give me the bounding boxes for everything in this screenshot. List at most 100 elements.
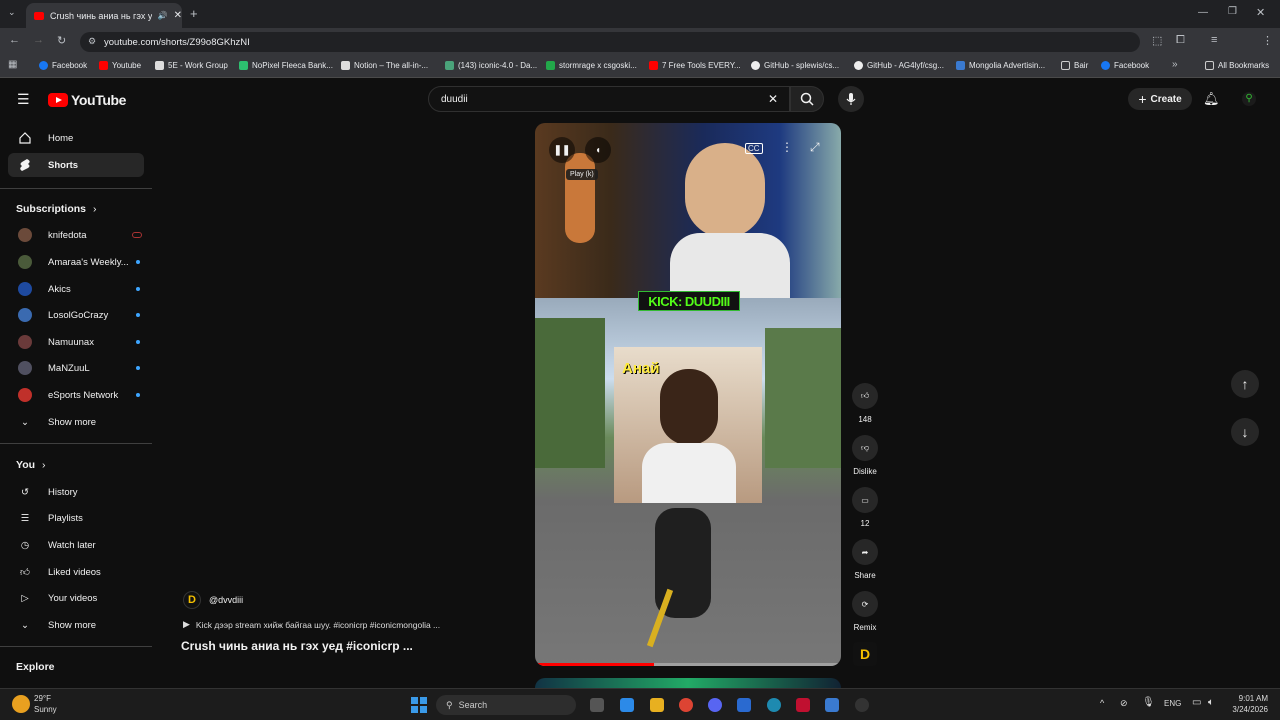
window-close-icon[interactable]: ✕ bbox=[1256, 6, 1265, 19]
dislike-button[interactable]: 👎︎ bbox=[852, 435, 878, 461]
edge-icon[interactable] bbox=[767, 698, 781, 712]
apps-grid-icon[interactable]: ▦ bbox=[8, 59, 17, 70]
sidebar-item-shorts[interactable]: Shorts bbox=[8, 153, 144, 177]
shorts-video-player[interactable]: KICK: DUUDIII Анай ❚❚ ◖ Play (k) CC ⋮ ⤢ bbox=[535, 123, 841, 666]
channel-row[interactable]: D @dvvdiii bbox=[183, 591, 243, 609]
file-explorer-icon[interactable] bbox=[650, 698, 664, 712]
clear-search-icon[interactable]: ✕ bbox=[768, 92, 778, 106]
notifications-bell-icon[interactable]: 🔔︎ bbox=[1203, 91, 1220, 107]
remix-button[interactable]: ⟳ bbox=[852, 591, 878, 617]
channel-avatar[interactable]: D bbox=[183, 591, 201, 609]
all-bookmarks-button[interactable]: All Bookmarks bbox=[1205, 61, 1269, 70]
chrome-menu-icon[interactable]: ⋮ bbox=[1262, 34, 1273, 47]
bookmark-folder[interactable]: Bair bbox=[1061, 61, 1088, 70]
clock-date[interactable]: 3/24/2026 bbox=[1226, 705, 1268, 714]
sidebar-item-liked-videos[interactable]: 👍︎ Liked videos bbox=[8, 560, 144, 584]
bookmark-item[interactable]: Youtube bbox=[99, 61, 141, 70]
create-button[interactable]: + Create bbox=[1128, 88, 1192, 110]
subscriptions-heading[interactable]: Subscriptions › bbox=[16, 203, 96, 215]
search-input[interactable]: duudii ✕ bbox=[428, 86, 790, 112]
tray-chevron-icon[interactable]: ^ bbox=[1100, 698, 1104, 708]
like-button[interactable]: 👍︎ bbox=[852, 383, 878, 409]
chrome-icon[interactable] bbox=[679, 698, 693, 712]
more-bookmarks-icon[interactable]: » bbox=[1172, 59, 1178, 70]
show-more-subscriptions[interactable]: ⌄ Show more bbox=[8, 410, 144, 434]
volume-button[interactable]: ◖ bbox=[585, 137, 611, 163]
dislike-action[interactable]: 👎︎ Dislike bbox=[851, 435, 879, 476]
sidebar-subscription[interactable]: Namuunax bbox=[8, 330, 144, 354]
taskbar-search[interactable]: ⚲ Search bbox=[436, 695, 576, 715]
sidebar-subscription[interactable]: MaNZuuL bbox=[8, 356, 144, 380]
video-description[interactable]: ▶ Kick дээр stream хийж байгаа шуу. #ico… bbox=[183, 619, 440, 630]
extension-icon[interactable]: ⬚ bbox=[1152, 34, 1162, 47]
you-heading[interactable]: You › bbox=[16, 459, 45, 471]
video-progress-bar[interactable] bbox=[535, 663, 841, 666]
video-title[interactable]: Crush чинь аниа нь гэх уед #iconicrp ... bbox=[181, 639, 413, 653]
tab-search-icon[interactable]: ⌄ bbox=[8, 7, 16, 18]
weather-sun-icon[interactable] bbox=[12, 695, 30, 713]
fullscreen-icon[interactable]: ⤢ bbox=[810, 140, 820, 155]
display-icon[interactable]: ▭ bbox=[1192, 697, 1201, 708]
copilot-icon[interactable] bbox=[620, 698, 634, 712]
obs-icon[interactable] bbox=[855, 698, 869, 712]
remix-action[interactable]: ⟳ Remix bbox=[851, 591, 879, 632]
bookmark-item[interactable]: 7 Free Tools EVERY... bbox=[649, 61, 741, 70]
show-more-you[interactable]: ⌄ Show more bbox=[8, 613, 144, 637]
discord-icon[interactable] bbox=[708, 698, 722, 712]
tab-close-icon[interactable]: ✕ bbox=[174, 10, 182, 21]
extensions-puzzle-icon[interactable]: ⧠ bbox=[1176, 34, 1185, 47]
bookmark-item[interactable]: (143) iconic-4.0 - Da... bbox=[445, 61, 537, 70]
bookmark-item[interactable]: GitHub - AG4lyf/csg... bbox=[854, 61, 944, 70]
sidebar-subscription[interactable]: eSports Network bbox=[8, 383, 144, 407]
media-control-icon[interactable]: ≡ bbox=[1211, 34, 1217, 46]
task-view-icon[interactable] bbox=[590, 698, 604, 712]
windows-start-icon[interactable] bbox=[411, 697, 427, 713]
site-info-icon[interactable]: ⚙ bbox=[88, 36, 96, 47]
sidebar-subscription[interactable]: Akics bbox=[8, 277, 144, 301]
sidebar-item-your-videos[interactable]: ▷ Your videos bbox=[8, 586, 144, 610]
next-short-button[interactable]: ↓ bbox=[1231, 418, 1259, 446]
browser-tab-active[interactable]: Crush чинь аниа нь гэх уед 🔊 ✕ bbox=[26, 3, 182, 28]
share-action[interactable]: ➦ Share bbox=[851, 539, 879, 580]
bookmark-item[interactable]: NoPixel Fleeca Bank... bbox=[239, 61, 333, 70]
sidebar-subscription[interactable]: Amaraa's Weekly... bbox=[8, 250, 144, 274]
sidebar-item-watch-later[interactable]: ◷ Watch later bbox=[8, 533, 144, 557]
pause-button[interactable]: ❚❚ bbox=[549, 137, 575, 163]
network-off-icon[interactable]: ⊘ bbox=[1120, 698, 1128, 709]
account-avatar[interactable]: ⚲ bbox=[1242, 92, 1256, 106]
forward-icon[interactable]: → bbox=[33, 34, 44, 46]
bookmark-item[interactable]: Facebook bbox=[39, 61, 87, 70]
search-button[interactable] bbox=[790, 86, 824, 112]
sidebar-item-home[interactable]: Home bbox=[8, 126, 144, 150]
mail-icon[interactable] bbox=[737, 698, 751, 712]
minimize-icon[interactable]: — bbox=[1198, 7, 1208, 18]
youtube-logo[interactable]: YouTube bbox=[48, 92, 126, 108]
bookmark-item[interactable]: Facebook bbox=[1101, 61, 1149, 70]
sidebar-item-playlists[interactable]: ☰ Playlists bbox=[8, 506, 144, 530]
mic-tray-icon[interactable]: 🎙︎ bbox=[1142, 697, 1155, 708]
more-options-icon[interactable]: ⋮ bbox=[781, 140, 793, 154]
volume-tray-icon[interactable]: 🔈︎ bbox=[1208, 697, 1214, 708]
previous-short-button[interactable]: ↑ bbox=[1231, 370, 1259, 398]
bookmark-item[interactable]: stormrage x csgoski... bbox=[546, 61, 637, 70]
share-button[interactable]: ➦ bbox=[852, 539, 878, 565]
address-bar[interactable]: ⚙ youtube.com/shorts/Z99o8GKhzNI bbox=[80, 32, 1140, 52]
back-icon[interactable]: ← bbox=[9, 34, 20, 46]
captions-icon[interactable]: CC bbox=[745, 143, 763, 154]
notepad-icon[interactable] bbox=[825, 698, 839, 712]
new-tab-icon[interactable]: + bbox=[190, 6, 198, 21]
bookmark-item[interactable]: 5E - Work Group bbox=[155, 61, 228, 70]
guide-menu-icon[interactable]: ☰ bbox=[17, 91, 30, 108]
comments-button[interactable]: ▭ bbox=[852, 487, 878, 513]
audio-source-thumbnail[interactable]: D bbox=[853, 642, 877, 666]
sidebar-subscription[interactable]: knifedota bbox=[8, 223, 144, 247]
sidebar-subscription[interactable]: LosolGoCrazy bbox=[8, 303, 144, 327]
bookmark-item[interactable]: Notion – The all-in-... bbox=[341, 61, 428, 70]
adobe-icon[interactable] bbox=[796, 698, 810, 712]
bookmark-item[interactable]: Mongolia Advertisin... bbox=[956, 61, 1045, 70]
speaker-icon[interactable]: 🔊 bbox=[158, 11, 168, 20]
like-action[interactable]: 👍︎ 148 bbox=[851, 383, 879, 424]
sidebar-item-history[interactable]: ↺ History bbox=[8, 480, 144, 504]
language-indicator[interactable]: ENG bbox=[1164, 699, 1181, 708]
bookmark-item[interactable]: GitHub - splewis/cs... bbox=[751, 61, 839, 70]
